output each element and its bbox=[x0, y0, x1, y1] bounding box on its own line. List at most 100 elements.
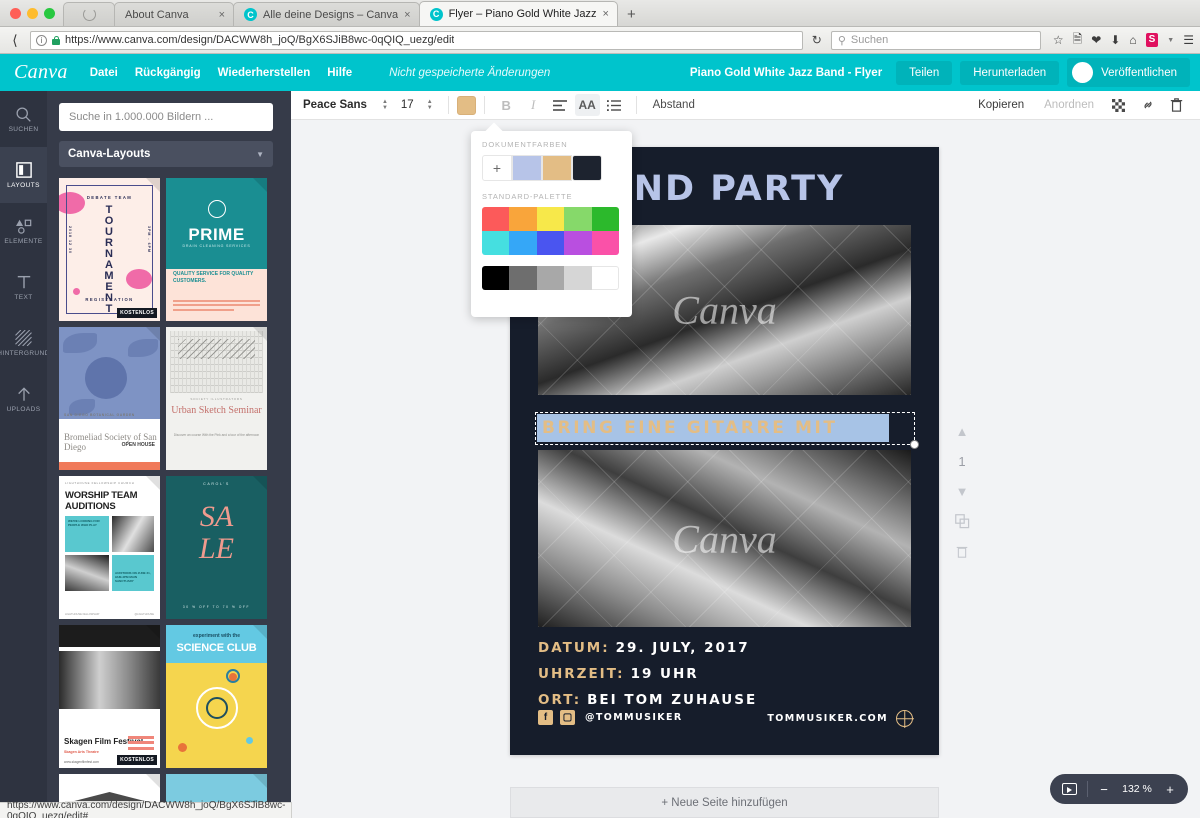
text-color-swatch[interactable] bbox=[456, 95, 476, 115]
menu-datei[interactable]: Datei bbox=[90, 67, 118, 79]
layout-thumbnail[interactable]: experiment with the SCIENCE CLUB bbox=[166, 625, 267, 768]
street-photo[interactable]: Canva bbox=[538, 450, 911, 627]
add-color-button[interactable]: + bbox=[482, 155, 512, 181]
browser-tab-designs[interactable]: C Alle deine Designs – Canva × bbox=[233, 2, 420, 26]
info-line-datum[interactable]: DATUM: 29. JULY, 2017 bbox=[538, 640, 750, 656]
menu-icon[interactable]: ☰ bbox=[1183, 33, 1194, 47]
transparency-icon[interactable] bbox=[1106, 94, 1131, 116]
chevron-down-icon[interactable]: ▼ bbox=[956, 483, 969, 499]
delete-page-icon[interactable] bbox=[956, 543, 968, 559]
chevron-down-icon[interactable]: ▼ bbox=[1167, 37, 1174, 44]
layouts-search-input[interactable]: Suche in 1.000.000 Bildern ... bbox=[59, 103, 273, 131]
palette-swatch[interactable] bbox=[482, 207, 510, 231]
publish-button[interactable]: Veröffentlichen bbox=[1067, 58, 1190, 87]
pocket-icon[interactable]: ❤ bbox=[1091, 33, 1101, 47]
font-family-select[interactable]: Peace Sans bbox=[295, 99, 375, 111]
align-button[interactable] bbox=[548, 94, 573, 116]
palette-swatch[interactable] bbox=[482, 231, 510, 255]
link-icon[interactable] bbox=[1135, 94, 1160, 116]
new-tab-button[interactable]: + bbox=[617, 6, 646, 26]
close-icon[interactable]: × bbox=[219, 9, 225, 21]
social-row[interactable]: f ▢ @TOMMUSIKER bbox=[538, 710, 683, 725]
zoom-in-button[interactable]: + bbox=[1164, 782, 1176, 797]
trash-icon[interactable] bbox=[1164, 94, 1189, 116]
palette-swatch[interactable] bbox=[591, 207, 619, 231]
extension-icon[interactable]: S bbox=[1145, 33, 1159, 47]
palette-swatch[interactable] bbox=[536, 207, 565, 231]
palette-swatch[interactable] bbox=[536, 266, 565, 290]
layout-category-select[interactable]: Canva-Layouts ▼ bbox=[59, 141, 273, 167]
duplicate-page-icon[interactable] bbox=[954, 513, 970, 529]
add-page-button[interactable]: + Neue Seite hinzufügen bbox=[510, 787, 939, 818]
palette-swatch[interactable] bbox=[509, 231, 537, 255]
palette-swatch[interactable] bbox=[591, 266, 619, 290]
layout-thumbnail[interactable]: LIGHTHOUSE FELLOWSHIP CHURCH WORSHIP TEA… bbox=[59, 476, 160, 619]
document-color-swatch[interactable] bbox=[542, 155, 572, 181]
close-icon[interactable]: × bbox=[603, 8, 609, 20]
letter-case-button[interactable]: AA bbox=[574, 94, 600, 116]
palette-swatch[interactable] bbox=[591, 231, 619, 255]
menu-undo[interactable]: Rückgängig bbox=[135, 67, 201, 79]
present-icon[interactable] bbox=[1062, 783, 1077, 795]
search-bar[interactable]: ⚲ Suchen bbox=[830, 30, 1041, 50]
download-icon[interactable]: ⬇ bbox=[1110, 33, 1120, 47]
palette-swatch[interactable] bbox=[536, 231, 565, 255]
layout-thumbnail[interactable]: Skagen Film Festival Skagen Arts Theatre… bbox=[59, 625, 160, 768]
layout-thumbnail[interactable]: SAN DIEGO BOTANICAL GARDEN Bromeliad Soc… bbox=[59, 327, 160, 470]
close-icon[interactable]: × bbox=[404, 9, 410, 21]
selected-text-element[interactable]: BRING EINE GITARRE MIT bbox=[537, 414, 889, 442]
canva-logo[interactable]: Canva bbox=[14, 61, 68, 84]
palette-swatch[interactable] bbox=[564, 231, 592, 255]
resize-handle-bottom-right[interactable] bbox=[910, 440, 919, 449]
palette-swatch[interactable] bbox=[564, 266, 592, 290]
browser-tab-flyer[interactable]: C Flyer – Piano Gold White Jazz × bbox=[418, 1, 618, 26]
reload-icon[interactable]: ↻ bbox=[809, 33, 825, 47]
font-size-input[interactable]: 17 bbox=[395, 99, 420, 111]
info-line-uhrzeit[interactable]: UHRZEIT: 19 UHR bbox=[538, 666, 699, 682]
layout-thumbnail[interactable]: CAROL'S SA LE 30 % OFF TO 70 % OFF bbox=[166, 476, 267, 619]
layout-thumbnail[interactable]: PRIME DRAIN CLEANING SERVICES QUALITY SE… bbox=[166, 178, 267, 321]
palette-swatch[interactable] bbox=[509, 207, 537, 231]
minimize-window-button[interactable] bbox=[27, 8, 38, 19]
share-button[interactable]: Teilen bbox=[896, 60, 953, 85]
browser-tab-loading[interactable] bbox=[63, 2, 115, 26]
site-info-icon[interactable]: i bbox=[36, 34, 47, 46]
menu-redo[interactable]: Wiederherstellen bbox=[218, 67, 311, 79]
menu-hilfe[interactable]: Hilfe bbox=[327, 67, 352, 79]
browser-tab-about-canva[interactable]: About Canva × bbox=[114, 2, 234, 26]
chevron-up-icon[interactable]: ▲ bbox=[956, 423, 969, 439]
document-title[interactable]: Piano Gold White Jazz Band - Flyer bbox=[690, 67, 882, 79]
document-color-swatch[interactable] bbox=[572, 155, 602, 181]
address-bar[interactable]: i https://www.canva.com/design/DACWW8h_j… bbox=[30, 30, 803, 50]
download-button[interactable]: Herunterladen bbox=[960, 60, 1060, 85]
sidebar-item-layouts[interactable]: LAYOUTS bbox=[0, 147, 47, 203]
sidebar-item-uploads[interactable]: UPLOADS bbox=[0, 371, 47, 427]
reader-icon[interactable]: 🗎 bbox=[1073, 30, 1083, 51]
bold-button[interactable]: B bbox=[494, 94, 519, 116]
canvas-workspace[interactable]: AND PARTY Canva BRING EINE GITARRE MIT ↻… bbox=[291, 120, 1200, 818]
color-picker-popover[interactable]: DOKUMENTFARBEN + STANDARD-PALETTE bbox=[471, 122, 632, 317]
home-icon[interactable]: ⌂ bbox=[1129, 33, 1136, 47]
sidebar-item-text[interactable]: TEXT bbox=[0, 259, 47, 315]
sidebar-item-suchen[interactable]: SUCHEN bbox=[0, 91, 47, 147]
back-icon[interactable]: ⟨ bbox=[6, 32, 24, 49]
palette-swatch[interactable] bbox=[482, 266, 510, 290]
bullet-list-button[interactable] bbox=[602, 94, 627, 116]
star-icon[interactable]: ☆ bbox=[1053, 33, 1064, 47]
zoom-out-button[interactable]: − bbox=[1098, 782, 1110, 797]
sidebar-item-elemente[interactable]: ELEMENTE bbox=[0, 203, 47, 259]
website-row[interactable]: TOMMUSIKER.COM bbox=[767, 710, 913, 727]
palette-swatch[interactable] bbox=[564, 207, 592, 231]
palette-swatch[interactable] bbox=[509, 266, 537, 290]
spacing-button[interactable]: Abstand bbox=[645, 99, 703, 111]
italic-button[interactable]: I bbox=[521, 94, 546, 116]
layout-thumbnail[interactable]: DEBATE TEAM TOURNAMENT 2018 12 30 3PM - … bbox=[59, 178, 160, 321]
maximize-window-button[interactable] bbox=[44, 8, 55, 19]
font-family-stepper[interactable]: ▲ ▼ bbox=[375, 99, 395, 111]
layout-thumbnail[interactable]: SOCIETY ILLUSTRATORS Urban Sketch Semina… bbox=[166, 327, 267, 470]
document-color-swatch[interactable] bbox=[512, 155, 542, 181]
copy-button[interactable]: Kopieren bbox=[969, 99, 1033, 111]
sidebar-item-hintergrund[interactable]: HINTERGRUND bbox=[0, 315, 49, 371]
font-size-stepper[interactable]: ▲ ▼ bbox=[420, 99, 440, 111]
info-line-ort[interactable]: ORT: BEI TOM ZUHAUSE bbox=[538, 692, 757, 708]
